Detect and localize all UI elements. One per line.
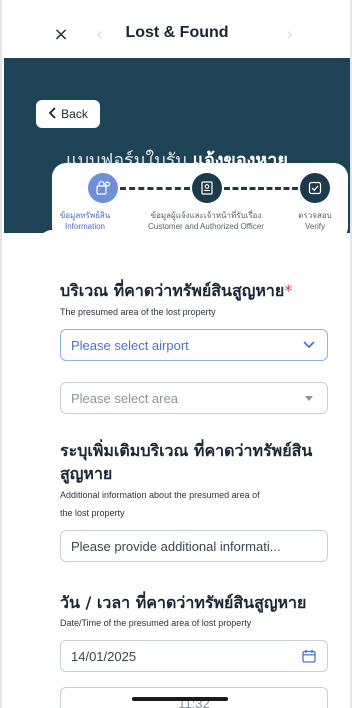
top-nav-bar: × ‹ Lost & Found › [4,0,350,58]
home-indicator [132,697,228,701]
chevron-down-icon [301,337,317,353]
back-button[interactable]: Back [36,100,100,128]
area-select[interactable]: Please select area [60,382,328,414]
chevron-left-icon [48,106,57,122]
additional-info-input[interactable]: Please provide additional informati... [60,530,328,562]
caret-down-icon [301,390,317,406]
additional-info-placeholder: Please provide additional informati... [71,538,281,554]
area-title-text: บริเวณ ที่คาดว่าทรัพย์สินสูญหาย [60,281,285,300]
area-section-title: บริเวณ ที่คาดว่าทรัพย์สินสูญหาย* [60,280,292,302]
area-select-placeholder: Please select area [71,390,178,406]
step-3-icon[interactable] [300,173,330,203]
step-1-label: ข้อมูลทรัพย์สิน Information [55,210,115,232]
step-2-label-en: Customer and Authorized Officer [148,222,264,231]
datetime-section-title: วัน / เวลา ที่คาดว่าทรัพย์สินสูญหาย [60,593,307,612]
airport-select[interactable]: Please select airport [60,329,328,361]
nav-title: Lost & Found [125,24,229,41]
date-value: 14/01/2025 [71,648,137,664]
step-3-label-en: Verify [304,222,325,231]
back-label: Back [61,107,88,121]
step-3-label: ตรวจสอบ Verify [285,210,345,232]
additional-section-title-line1: ระบุเพิ่มเติมบริเวณ ที่คาดว่าทรัพย์สิน [60,441,313,460]
area-section-subtitle: The presumed area of the lost property [60,307,216,317]
airport-select-placeholder: Please select airport [71,337,189,353]
step-1-icon[interactable] [88,173,118,203]
additional-section-subtitle-line2: the lost property [60,508,125,518]
required-mark: * [284,281,293,300]
step-1-label-th: ข้อมูลทรัพย์สิน [59,211,111,220]
step-2-icon[interactable] [192,173,222,203]
additional-section-title-line2: สูญหาย [60,464,113,483]
form-card: บริเวณ ที่คาดว่าทรัพย์สินสูญหาย* The pre… [38,230,350,708]
step-connector [120,187,190,190]
chevron-right-icon[interactable]: › [286,22,293,48]
additional-section-subtitle-line1: Additional information about the presume… [60,490,260,500]
app-screen: × ‹ Lost & Found › Back แบบฟอร์มใบรับ แจ… [0,0,352,708]
step-2-label-th: ข้อมูลผู้แจ้งและเจ้าหน้าที่รับเรื่อง [150,211,262,220]
step-connector [224,187,298,190]
step-2-label: ข้อมูลผู้แจ้งและเจ้าหน้าที่รับเรื่อง Cus… [127,210,285,232]
calendar-icon[interactable] [301,648,317,664]
step-1-label-en: Information [64,222,106,231]
date-field[interactable]: 14/01/2025 [60,640,328,672]
datetime-section-subtitle: Date/Time of the presumed area of lost p… [60,618,252,628]
step-3-label-th: ตรวจสอบ [298,211,332,220]
progress-stepper: ข้อมูลทรัพย์สิน Information ข้อมูลผู้แจ้… [52,163,348,241]
